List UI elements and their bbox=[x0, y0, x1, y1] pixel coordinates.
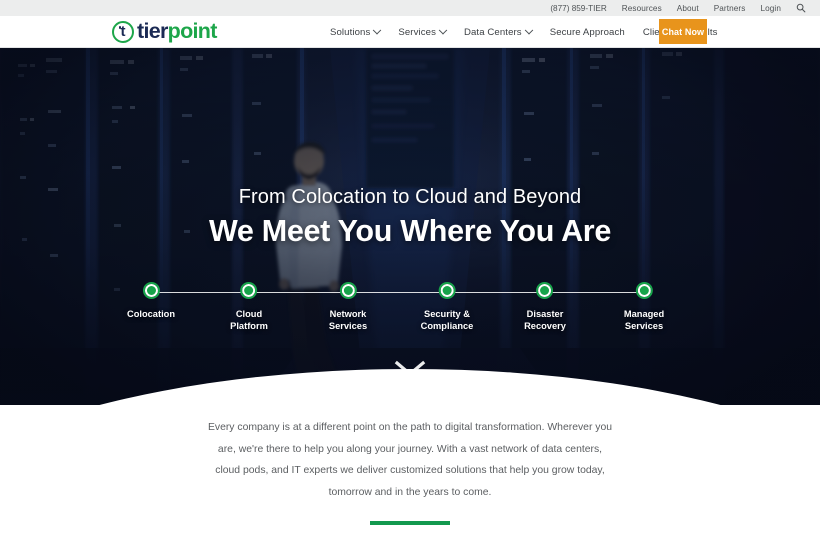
logo-mark-icon: t bbox=[112, 21, 134, 43]
nav-label-solutions: Solutions bbox=[330, 26, 371, 38]
chevron-down-icon bbox=[373, 26, 382, 35]
intro-section: Every company is at a different point on… bbox=[0, 405, 820, 503]
search-icon[interactable] bbox=[796, 3, 806, 13]
utility-link-login[interactable]: Login bbox=[760, 4, 781, 13]
logo-word-point: point bbox=[167, 19, 218, 44]
utility-link-resources[interactable]: Resources bbox=[622, 4, 662, 13]
utility-link-partners[interactable]: Partners bbox=[714, 4, 746, 13]
chevron-down-icon bbox=[438, 26, 448, 35]
page-root: (877) 859-TIER Resources About Partners … bbox=[0, 0, 820, 548]
timeline-label-disaster-recovery: Disaster Recovery bbox=[524, 309, 566, 331]
logo-wordmark: tierpoint bbox=[137, 21, 217, 43]
timeline-label-colocation: Colocation bbox=[126, 309, 176, 319]
timeline-dot-icon bbox=[635, 282, 653, 299]
logo-mark-letter: t bbox=[120, 23, 126, 41]
page-title: We Meet You Where You Are bbox=[208, 214, 612, 248]
logo-word-tier: tier bbox=[137, 19, 168, 44]
journey-timeline: Colocation Cloud Platform Network Servic… bbox=[0, 282, 820, 340]
nav-item-secure-approach[interactable]: Secure Approach bbox=[550, 27, 625, 38]
nav-item-services[interactable]: Services bbox=[398, 26, 448, 38]
intro-paragraph: Every company is at a different point on… bbox=[207, 422, 613, 498]
timeline-connector-line bbox=[151, 291, 644, 293]
timeline-label-managed-services: Managed Services bbox=[623, 309, 665, 331]
timeline-dot-icon bbox=[142, 282, 160, 299]
timeline-step-disaster-recovery[interactable]: Disaster Recovery bbox=[524, 282, 566, 332]
utility-links: (877) 859-TIER Resources About Partners … bbox=[550, 3, 806, 13]
main-navigation: t tierpoint Solutions Services Data Cent… bbox=[0, 16, 820, 48]
timeline-dot-icon bbox=[438, 282, 456, 299]
nav-item-solutions[interactable]: Solutions bbox=[330, 26, 382, 38]
chat-now-button[interactable]: Chat Now bbox=[659, 19, 707, 44]
timeline-step-managed-services[interactable]: Managed Services bbox=[623, 282, 665, 332]
chevron-down-icon bbox=[524, 26, 533, 35]
timeline-dot-icon bbox=[339, 282, 357, 299]
tierpoint-logo[interactable]: t tierpoint bbox=[112, 19, 217, 45]
hero-section: From Colocation to Cloud and Beyond We M… bbox=[0, 48, 820, 405]
timeline-step-cloud-platform[interactable]: Cloud Platform bbox=[230, 282, 268, 332]
nav-label-secure-approach: Secure Approach bbox=[549, 26, 625, 38]
nav-label-data-centers: Data Centers bbox=[463, 26, 522, 38]
nav-item-data-centers[interactable]: Data Centers bbox=[463, 26, 533, 38]
timeline-label-security-compliance: Security & Compliance bbox=[420, 309, 474, 331]
section-divider-rule bbox=[370, 521, 450, 525]
timeline-dot-icon bbox=[240, 282, 258, 299]
timeline-label-cloud-platform: Cloud Platform bbox=[230, 309, 268, 331]
timeline-step-colocation[interactable]: Colocation bbox=[126, 282, 176, 321]
utility-link-about[interactable]: About bbox=[677, 4, 699, 13]
timeline-label-network-services: Network Services bbox=[328, 309, 368, 331]
utility-bar: (877) 859-TIER Resources About Partners … bbox=[0, 0, 820, 16]
phone-number[interactable]: (877) 859-TIER bbox=[550, 4, 606, 13]
timeline-step-network-services[interactable]: Network Services bbox=[328, 282, 368, 332]
timeline-dot-icon bbox=[536, 282, 554, 299]
timeline-step-security-compliance[interactable]: Security & Compliance bbox=[420, 282, 474, 332]
hero-eyebrow: From Colocation to Cloud and Beyond bbox=[238, 186, 582, 208]
nav-label-services: Services bbox=[398, 26, 436, 38]
